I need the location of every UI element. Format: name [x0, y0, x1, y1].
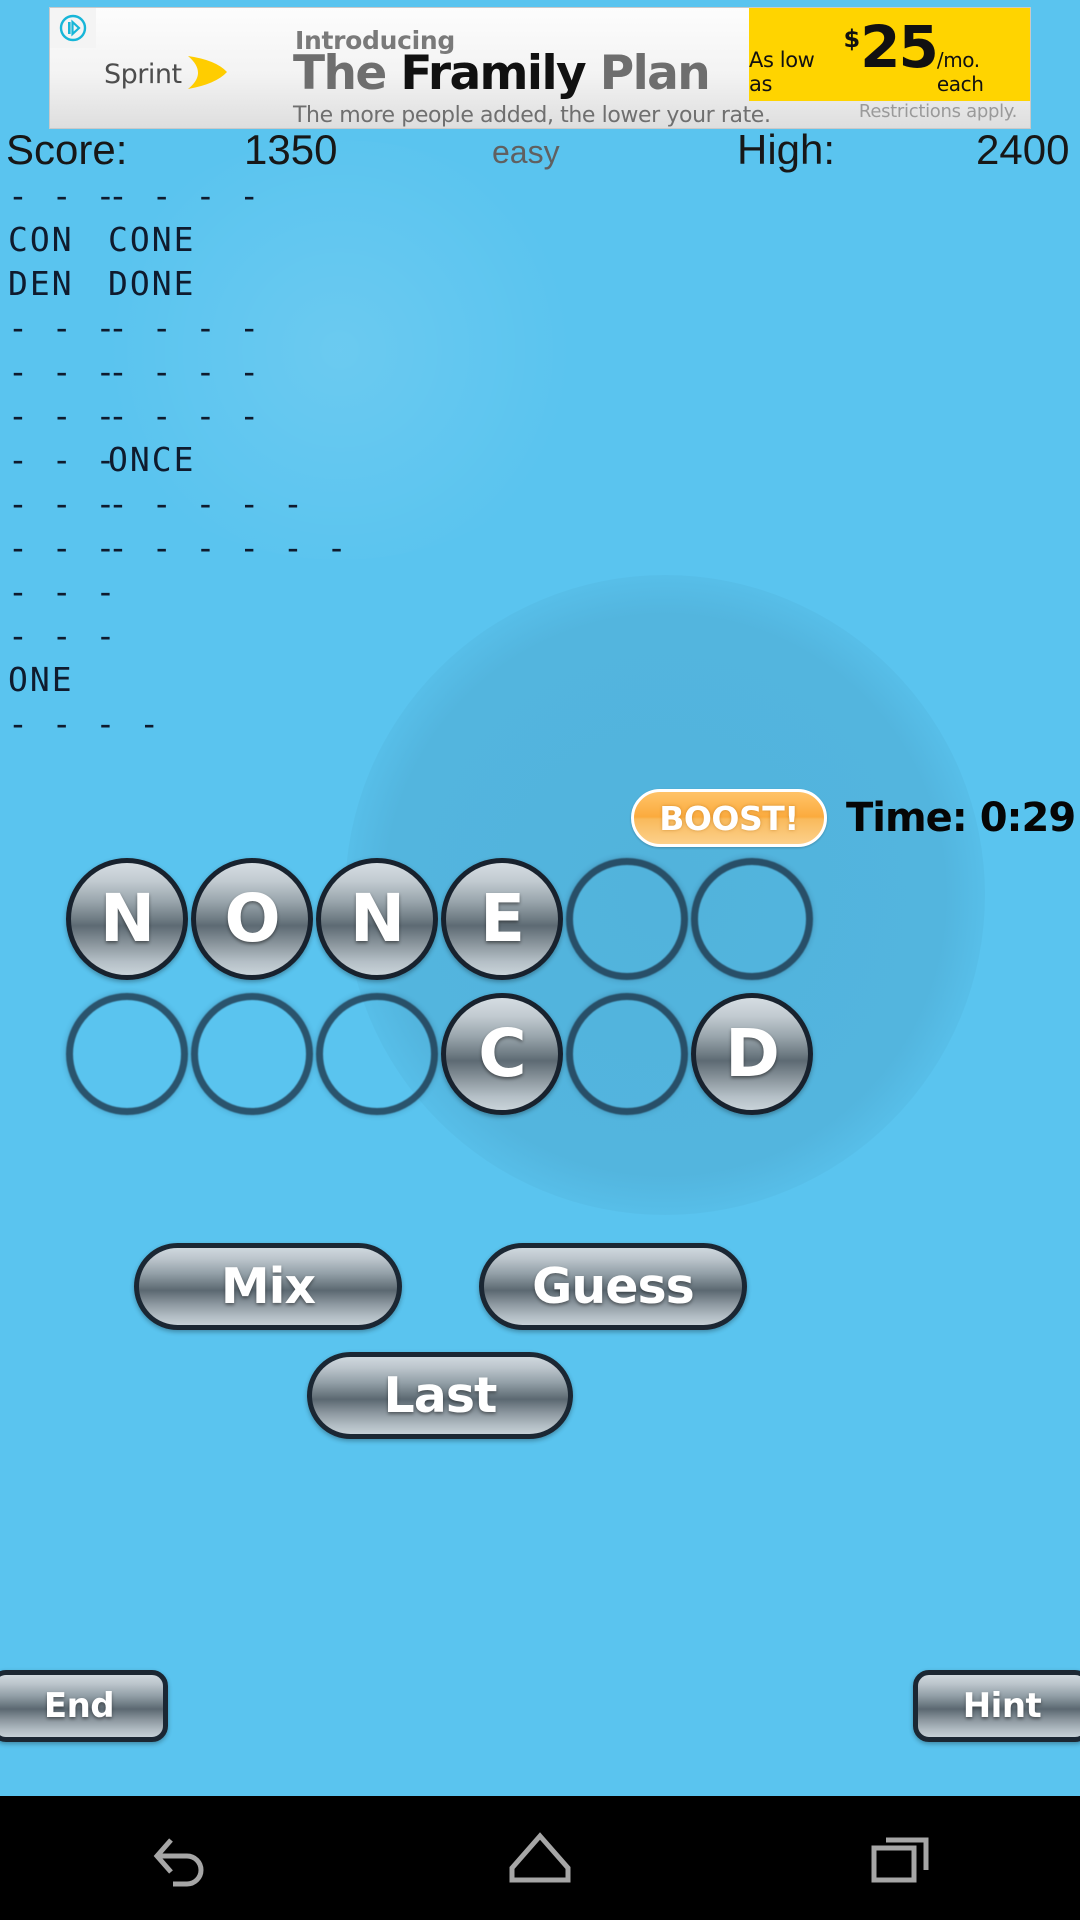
word-slot-long: DONE — [108, 264, 196, 303]
word-list-row: - - -- - - - — [0, 176, 420, 220]
letter-tile-label: O — [224, 879, 280, 957]
guess-button-label: Guess — [532, 1258, 695, 1315]
letter-tile[interactable]: N — [316, 858, 438, 980]
letter-tile-row-2: CD — [0, 993, 1080, 1117]
word-list-row: - - - - — [0, 704, 420, 748]
letter-tile-label: N — [99, 879, 155, 957]
word-list-row: - - - — [0, 572, 420, 616]
mix-button-label: Mix — [220, 1258, 316, 1315]
score-label: Score: — [6, 126, 128, 173]
word-slot-3letter: ONE — [8, 660, 74, 699]
ad-subheadline: The more people added, the lower your ra… — [293, 103, 771, 128]
ad-price-suffix: /mo. each — [936, 48, 984, 96]
ad-price-badge: As low as $ 25 /mo. each — [749, 8, 1030, 101]
word-list-row: DEN DONE — [0, 264, 420, 308]
word-slot-long: ONCE — [108, 440, 196, 479]
word-slot-long: - - - - - - — [108, 528, 349, 567]
word-slot-3letter: - - - — [8, 352, 118, 391]
score-bar: Score: 1350 easy High: 2400 — [0, 126, 1080, 174]
high-score-value: 2400 — [976, 126, 1070, 173]
high-score-label: High: — [737, 126, 836, 173]
word-slot-3letter: - - - — [8, 484, 118, 523]
word-slot-long: CONE — [108, 220, 196, 259]
word-slot-3letter: - - - — [8, 440, 118, 479]
ad-headline-part2: Framily — [400, 46, 586, 101]
empty-letter-slot[interactable] — [566, 993, 688, 1115]
back-button[interactable] — [0, 1796, 360, 1920]
empty-letter-slot[interactable] — [191, 993, 313, 1115]
last-button-label: Last — [383, 1367, 498, 1424]
word-list-row: - - -- - - - — [0, 396, 420, 440]
empty-letter-slot[interactable] — [566, 858, 688, 980]
ad-restrictions: Restrictions apply. — [858, 101, 1017, 122]
letter-tile[interactable]: E — [441, 858, 563, 980]
letter-tile-label: C — [478, 1014, 526, 1092]
word-list-row: CON CONE — [0, 220, 420, 264]
word-slot-long: - - - - — [108, 396, 262, 435]
word-slot-long: - - - - - — [108, 484, 305, 523]
word-list-row: - - - — [0, 616, 420, 660]
boost-button[interactable]: BOOST! — [631, 789, 827, 847]
android-navigation-bar — [0, 1796, 1080, 1920]
letter-tile-row-1: NONE — [0, 858, 1080, 982]
word-list-row: ONE — [0, 660, 420, 704]
letter-tile-label: N — [349, 879, 405, 957]
ad-headline-part3: Plan — [585, 46, 711, 101]
word-slot-3letter: DEN — [8, 264, 74, 303]
letter-tile[interactable]: O — [191, 858, 313, 980]
letter-tile[interactable]: N — [66, 858, 188, 980]
home-button[interactable] — [360, 1796, 720, 1920]
word-slot-long: - - - - — [108, 352, 262, 391]
ad-advertiser-name: Sprint — [104, 58, 182, 90]
advertisement-banner[interactable]: Sprint Introducing The Framily Plan The … — [49, 7, 1031, 129]
ad-sprint-logo: Sprint — [104, 50, 294, 98]
word-slot-3letter: - - - — [8, 308, 118, 347]
word-slot-3letter: - - - — [8, 572, 118, 611]
word-slot-3letter: - - - — [8, 528, 118, 567]
word-slot-long: - - - - — [108, 308, 262, 347]
empty-letter-slot[interactable] — [66, 993, 188, 1115]
ad-price-amount: 25 — [860, 13, 939, 81]
word-list-row: - - -- - - - — [0, 308, 420, 352]
word-slot-long: - - - - — [108, 176, 262, 215]
timer-display: Time: 0:29 — [846, 795, 1076, 841]
letter-tile-label: E — [479, 879, 525, 957]
end-button-label: End — [43, 1686, 115, 1726]
ad-headline-part1: The — [293, 46, 401, 101]
word-slot-3letter: - - - - — [8, 704, 162, 743]
word-list-row: - - -- - - - — [0, 352, 420, 396]
empty-letter-slot[interactable] — [316, 993, 438, 1115]
word-list-row: - - -- - - - - — [0, 484, 420, 528]
boost-button-label: BOOST! — [659, 798, 799, 838]
letter-tile[interactable]: D — [691, 993, 813, 1115]
word-list-row: - - -- - - - - - — [0, 528, 420, 572]
sprint-swoosh-icon — [186, 52, 230, 99]
recents-button[interactable] — [720, 1796, 1080, 1920]
empty-letter-slot[interactable] — [691, 858, 813, 980]
end-button[interactable]: End — [0, 1670, 168, 1742]
word-slot-3letter: - - - — [8, 396, 118, 435]
word-list-row: - - - ONCE — [0, 440, 420, 484]
last-button[interactable]: Last — [307, 1352, 573, 1439]
app-screen: Sprint Introducing The Framily Plan The … — [0, 0, 1080, 1920]
word-list: - - -- - - - CON CONE DEN DONE - - -- - - -- … — [0, 176, 420, 748]
ad-choices-icon[interactable] — [50, 8, 96, 48]
hint-button[interactable]: Hint — [913, 1670, 1080, 1742]
hint-button-label: Hint — [962, 1686, 1042, 1726]
score-value: 1350 — [244, 126, 338, 173]
home-icon — [504, 1826, 576, 1890]
letter-tile-label: D — [725, 1014, 780, 1092]
ad-price-prefix: As low as — [749, 48, 815, 96]
ad-headline: The Framily Plan — [293, 46, 711, 101]
difficulty-label: easy — [492, 134, 560, 170]
mix-button[interactable]: Mix — [134, 1243, 402, 1330]
guess-button[interactable]: Guess — [479, 1243, 747, 1330]
ad-price-currency: $ — [843, 25, 861, 53]
letter-tile[interactable]: C — [441, 993, 563, 1115]
word-slot-3letter: - - - — [8, 616, 118, 655]
recents-icon — [864, 1826, 936, 1890]
word-slot-3letter: CON — [8, 220, 74, 259]
back-icon — [141, 1826, 219, 1890]
word-slot-3letter: - - - — [8, 176, 118, 215]
